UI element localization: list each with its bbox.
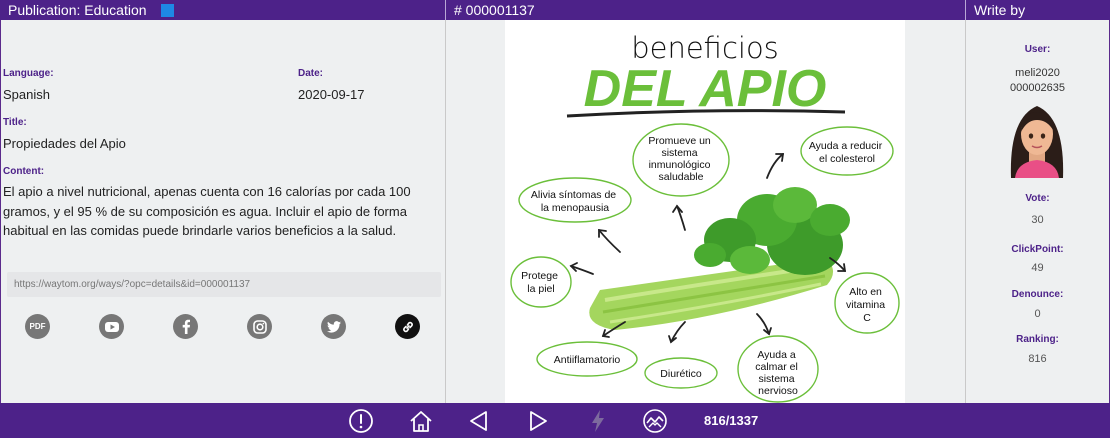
- benefit-menopause: Alivia síntomas de la menopausia: [531, 189, 619, 214]
- publication-number: # 000001137: [454, 2, 535, 18]
- infographic-title-large: DEL APIO: [584, 60, 827, 118]
- benefit-cholesterol: Ayuda a reducir el colesterol: [809, 140, 885, 165]
- alert-icon[interactable]: [348, 408, 374, 434]
- date-label: Date:: [298, 68, 324, 79]
- twitter-icon[interactable]: [321, 314, 346, 339]
- avatar[interactable]: [1001, 98, 1073, 178]
- benefit-skin: Protege la piel: [521, 270, 561, 295]
- pdf-icon[interactable]: PDF: [25, 314, 50, 339]
- infographic-svg: beneficios DEL APIO Promueve un sistema …: [510, 31, 900, 403]
- author-user-id: 000002635: [1009, 82, 1066, 94]
- publication-label: Publication: Education: [8, 2, 147, 18]
- denounce-label: Denounce:: [1011, 289, 1064, 300]
- user-label: User:: [1024, 44, 1051, 55]
- clickpoint-value: 49: [1031, 262, 1044, 274]
- language-label: Language:: [3, 68, 54, 79]
- publication-details-panel: Language: Spanish Date: 2020-09-17 Title…: [1, 20, 445, 403]
- title-value: Propiedades del Apio: [3, 136, 126, 151]
- benefit-nervous-system: Ayuda a calmar el sistema nervioso: [755, 349, 801, 397]
- write-by-header: Write by: [974, 2, 1026, 18]
- title-label: Title:: [3, 117, 27, 128]
- ranking-value: 816: [1028, 353, 1047, 365]
- facebook-icon[interactable]: [173, 314, 198, 339]
- benefit-vitamin-c: Alto en vitamina C: [846, 286, 888, 324]
- publication-counter: 816/1337: [704, 413, 759, 428]
- celery-illustration: [589, 187, 850, 330]
- author-username[interactable]: meli2020: [966, 66, 1109, 81]
- celery-infographic[interactable]: beneficios DEL APIO Promueve un sistema …: [505, 20, 905, 403]
- instagram-icon[interactable]: [247, 314, 272, 339]
- publication-image-panel: beneficios DEL APIO Promueve un sistema …: [446, 20, 965, 403]
- publication-url[interactable]: https://waytom.org/ways/?opc=details&id=…: [7, 272, 441, 297]
- home-icon[interactable]: [408, 408, 434, 434]
- benefit-diuretic: Diurético: [660, 368, 702, 380]
- category-color-square: [160, 4, 174, 17]
- top-bar: Publication: Education # 000001137 Write…: [0, 0, 1110, 20]
- benefit-anti-inflammatory: Antiiflamatorio: [554, 354, 621, 366]
- benefit-immune: Promueve un sistema inmunológico saludab…: [648, 135, 713, 183]
- previous-icon[interactable]: [466, 408, 492, 434]
- ranking-label: Ranking:: [1016, 334, 1059, 345]
- language-value: Spanish: [3, 87, 50, 102]
- lightning-icon[interactable]: [585, 408, 611, 434]
- link-icon[interactable]: [395, 314, 420, 339]
- vote-value: 30: [1031, 214, 1044, 226]
- denounce-value: 0: [1034, 308, 1041, 320]
- publication-category: Publication: Education: [0, 0, 174, 20]
- content-text: El apio a nivel nutricional, apenas cuen…: [3, 184, 411, 238]
- date-value: 2020-09-17: [298, 87, 365, 102]
- bottom-toolbar: 816/1337: [0, 403, 1110, 438]
- youtube-icon[interactable]: [99, 314, 124, 339]
- author-panel: User: meli2020 000002635 Vote: 30 ClickP…: [966, 20, 1109, 403]
- pdf-label: PDF: [29, 322, 46, 331]
- clickpoint-label: ClickPoint:: [1011, 244, 1064, 255]
- vote-label: Vote:: [1025, 193, 1050, 204]
- next-icon[interactable]: [525, 408, 551, 434]
- ranking-icon[interactable]: [642, 408, 668, 434]
- content-label: Content:: [3, 166, 45, 177]
